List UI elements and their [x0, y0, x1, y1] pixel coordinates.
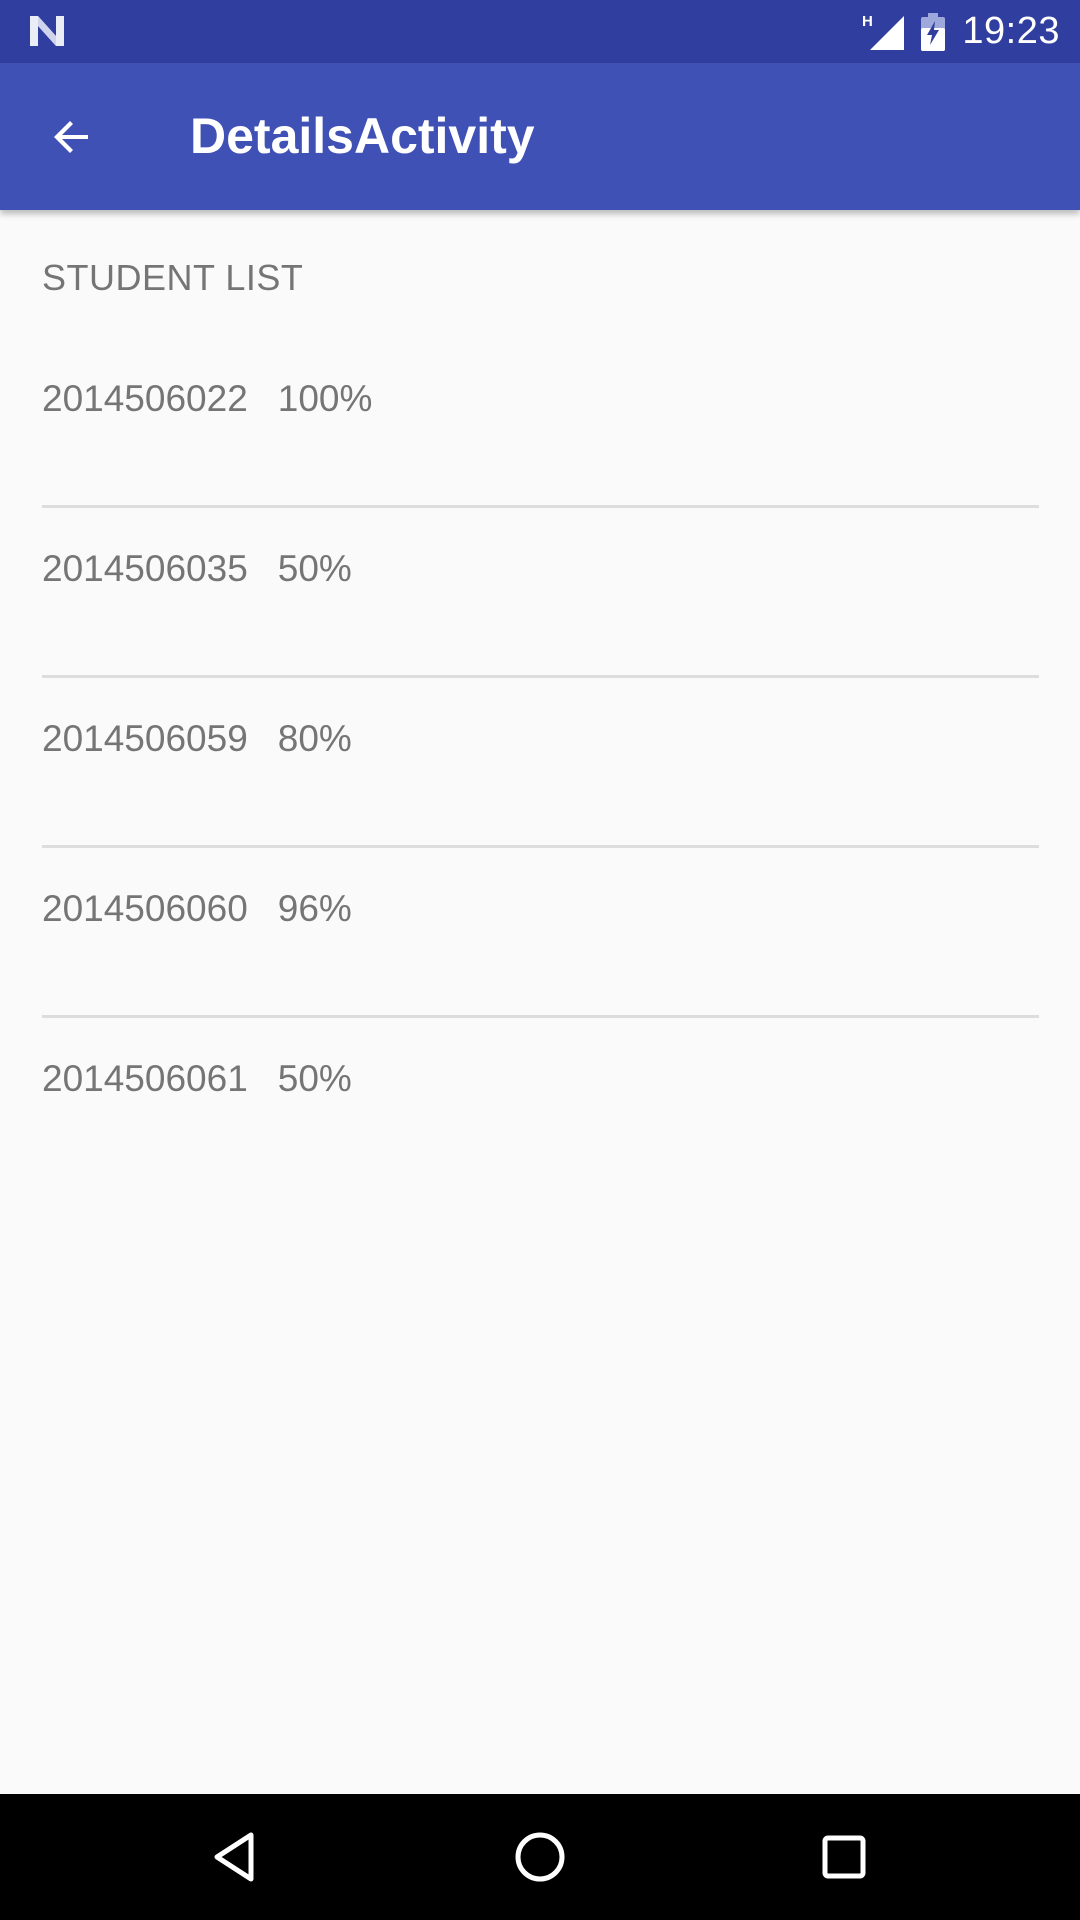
- student-id: 2014506059: [42, 718, 248, 759]
- n-logo-icon: [30, 16, 64, 46]
- nav-recents-button[interactable]: [799, 1812, 889, 1902]
- cell-signal-icon: H: [862, 13, 905, 50]
- list-item[interactable]: 2014506059 80%: [42, 678, 1039, 848]
- section-header: STUDENT LIST: [42, 257, 304, 298]
- square-recents-icon: [822, 1835, 866, 1879]
- status-icons: H 19:23: [862, 0, 1060, 63]
- screen: H 19:23 DetailsActivity STUDENT LIST 201…: [0, 0, 1080, 1920]
- list-item[interactable]: 2014506060 96%: [42, 848, 1039, 1018]
- student-list: 2014506022 100% 2014506035 50% 2014506059 8…: [42, 338, 1039, 1188]
- student-id: 2014506035: [42, 548, 248, 589]
- student-id: 2014506060: [42, 888, 248, 929]
- student-id: 2014506022: [42, 378, 248, 419]
- triangle-back-icon: [214, 1832, 254, 1882]
- nav-home-button[interactable]: [495, 1812, 585, 1902]
- page-title: DetailsActivity: [190, 108, 535, 164]
- battery-charging-icon: [921, 12, 946, 51]
- arrow-back-icon: [54, 121, 88, 153]
- navigation-bar: [0, 1794, 1080, 1920]
- student-percent: 50%: [277, 548, 352, 589]
- app-bar: DetailsActivity: [0, 63, 1080, 210]
- network-type-label: H: [862, 13, 873, 30]
- circle-home-icon: [515, 1832, 565, 1882]
- student-id: 2014506061: [42, 1058, 248, 1099]
- student-percent: 100%: [277, 378, 373, 419]
- nav-back-button[interactable]: [190, 1812, 280, 1902]
- list-item[interactable]: 2014506035 50%: [42, 508, 1039, 678]
- student-percent: 50%: [277, 1058, 352, 1099]
- back-button[interactable]: [30, 95, 114, 179]
- student-percent: 80%: [277, 718, 352, 759]
- list-item[interactable]: 2014506022 100%: [42, 338, 1039, 508]
- status-time: 19:23: [962, 10, 1060, 52]
- student-percent: 96%: [277, 888, 352, 929]
- status-bar: H 19:23: [0, 0, 1080, 63]
- list-item[interactable]: 2014506061 50%: [42, 1018, 1039, 1188]
